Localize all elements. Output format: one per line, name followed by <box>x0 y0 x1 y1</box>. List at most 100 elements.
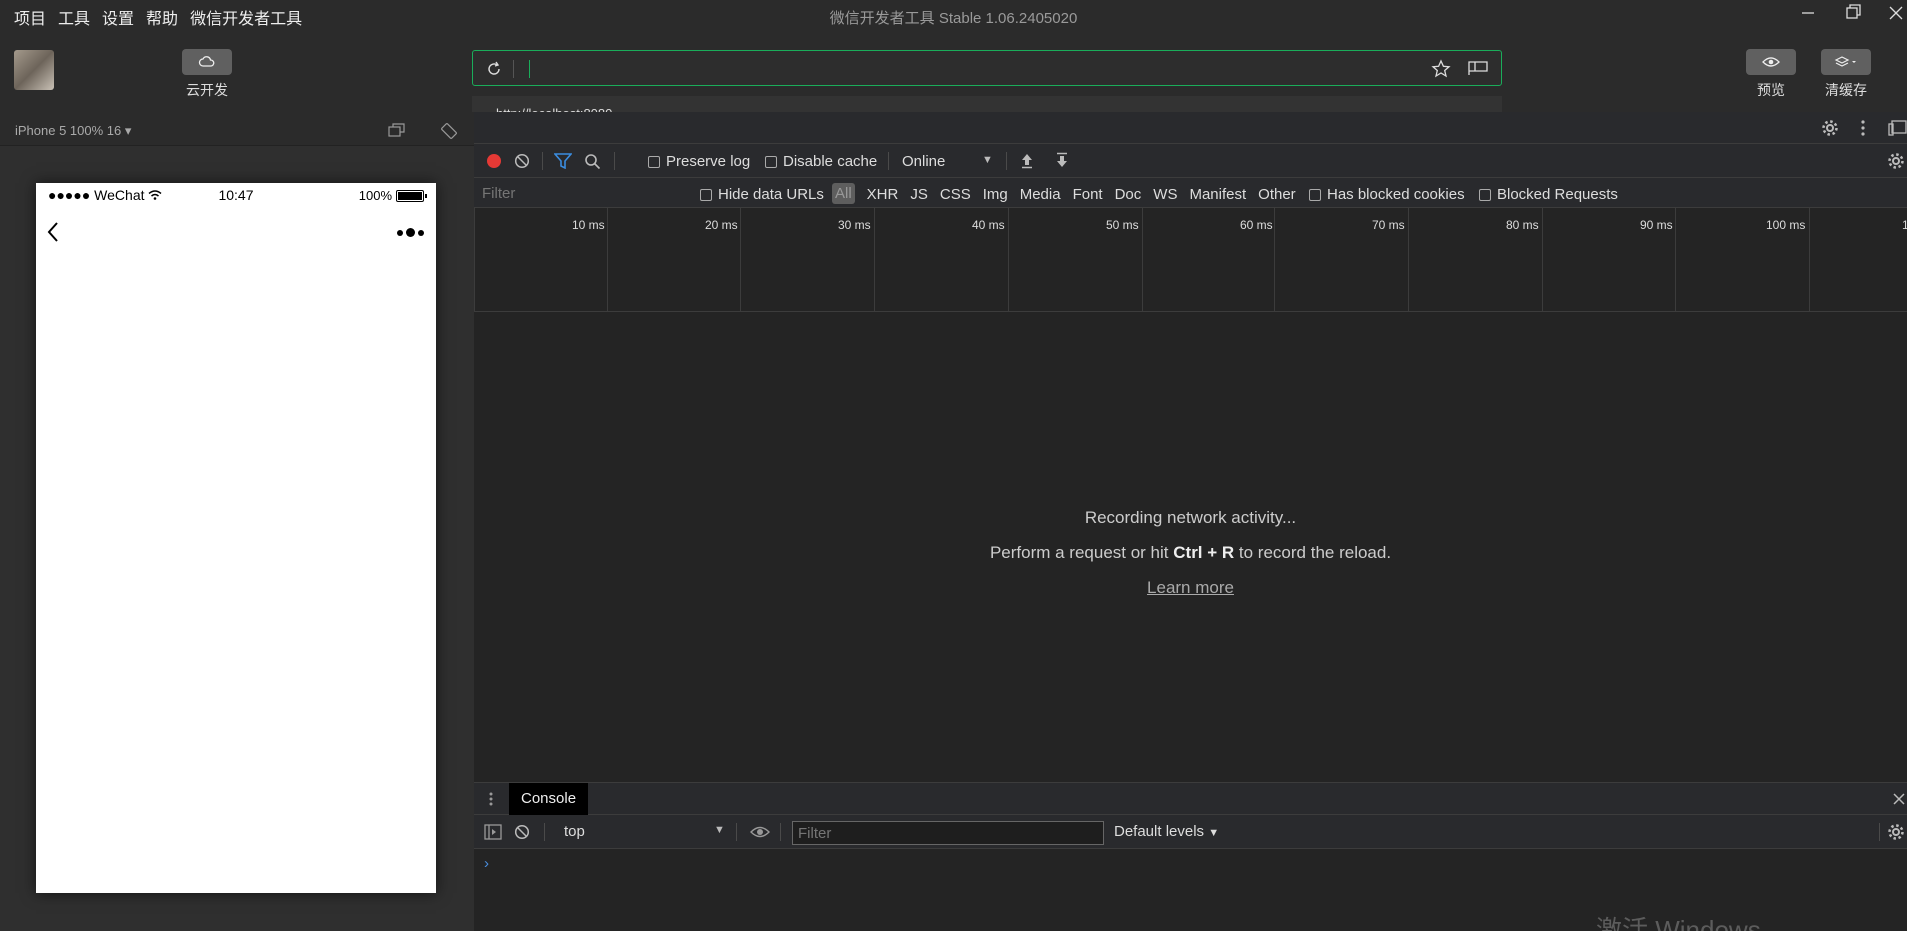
device-selector[interactable]: iPhone 5 100% 16 ▾ <box>15 123 131 139</box>
timeline-tick-label: 40 ms <box>972 218 1005 232</box>
clear-cache-label: 清缓存 <box>1825 82 1867 98</box>
toolbar-divider <box>614 152 615 170</box>
checkbox-box[interactable] <box>700 188 712 201</box>
cloud-dev-label: 云开发 <box>186 82 228 98</box>
preview-button[interactable]: 预览 <box>1746 49 1796 100</box>
url-bar <box>472 50 1502 86</box>
url-separator <box>513 60 514 78</box>
gear-icon[interactable] <box>1821 119 1839 137</box>
rotate-icon[interactable] <box>440 122 458 140</box>
clear-console-icon[interactable] <box>514 824 530 840</box>
toolbar-divider <box>542 152 543 170</box>
timeline-tick-label: 70 ms <box>1372 218 1405 232</box>
record-icon[interactable] <box>486 153 502 169</box>
console-toolbar: top ▼ Default levels ▼ <box>474 815 1907 849</box>
popout-icon[interactable] <box>388 122 406 138</box>
minimize-button[interactable] <box>1793 2 1823 28</box>
timeline-tick-label: 90 ms <box>1640 218 1673 232</box>
kebab-menu-icon[interactable] <box>1860 119 1866 137</box>
timeline-tick-label: 30 ms <box>838 218 871 232</box>
timeline-tick-label: 10 ms <box>572 218 605 232</box>
console-prompt[interactable]: › <box>484 855 489 872</box>
type-filter-all[interactable]: All <box>832 183 855 204</box>
preserve-log-label: Preserve log <box>666 153 751 170</box>
clear-icon[interactable] <box>514 153 530 169</box>
chevron-left-icon <box>47 222 58 242</box>
gear-icon[interactable] <box>1887 152 1905 170</box>
checkbox-box[interactable] <box>765 155 777 168</box>
toolbar-divider <box>1006 152 1007 170</box>
tab-console[interactable]: Console <box>509 783 589 815</box>
search-icon[interactable] <box>584 153 601 170</box>
restore-button[interactable] <box>1839 2 1869 28</box>
close-icon <box>1889 6 1903 20</box>
more-button[interactable] <box>397 228 424 237</box>
simulator-panel: iPhone 5 100% 16 ▾ ●●●●● WeChat 10:47 10… <box>0 112 474 931</box>
network-filter-input[interactable] <box>478 182 688 204</box>
eye-icon[interactable] <box>750 825 770 839</box>
log-levels-select[interactable]: Default levels ▼ <box>1114 823 1219 840</box>
sidebar-toggle-icon[interactable] <box>484 824 502 840</box>
cloud-dev-button[interactable]: 云开发 <box>177 49 237 100</box>
type-filter-doc[interactable]: Doc <box>1115 186 1142 204</box>
type-filter-other[interactable]: Other <box>1258 186 1296 204</box>
gear-icon[interactable] <box>1887 823 1905 841</box>
type-filter-xhr[interactable]: XHR <box>867 186 899 204</box>
filter-icon[interactable] <box>554 153 572 169</box>
console-filter-input[interactable] <box>792 821 1104 845</box>
type-filter-media[interactable]: Media <box>1020 186 1061 204</box>
close-button[interactable] <box>1881 2 1907 28</box>
close-drawer-icon[interactable] <box>1892 792 1906 806</box>
star-icon[interactable] <box>1431 59 1451 79</box>
throttling-select[interactable]: Online ▼ <box>902 153 993 170</box>
toolbar-divider <box>888 152 889 170</box>
toolbar-divider <box>780 823 781 841</box>
timeline-tick-label: 20 ms <box>705 218 738 232</box>
console-drawer: Console top ▼ Default levels ▼ › <box>474 782 1907 931</box>
toolbar-divider <box>544 823 545 841</box>
battery-status: 100% <box>359 188 427 203</box>
type-filter-css[interactable]: CSS <box>940 186 971 204</box>
type-filter-font[interactable]: Font <box>1073 186 1103 204</box>
more-dot-icon <box>406 228 415 237</box>
devtools-tabbar <box>474 112 1907 144</box>
type-filter-img[interactable]: Img <box>983 186 1008 204</box>
checkbox-box[interactable] <box>1479 188 1491 201</box>
checkbox-box[interactable] <box>648 155 660 168</box>
eye-icon <box>1762 57 1780 67</box>
preserve-log-checkbox[interactable]: Preserve log <box>648 153 750 170</box>
download-icon[interactable] <box>1055 152 1069 169</box>
log-levels-label: Default levels <box>1114 823 1205 840</box>
recording-message: Recording network activity... <box>1084 508 1297 527</box>
devtools-panel: Preserve log Disable cache Online ▼ Hide… <box>474 112 1907 931</box>
network-timeline: 10 ms 20 ms 30 ms 40 ms 50 ms 60 ms 70 m… <box>474 208 1907 312</box>
has-blocked-cookies-checkbox[interactable]: Has blocked cookies <box>1309 186 1465 203</box>
restore-icon <box>1846 4 1861 19</box>
chevron-down-icon: ▼ <box>1208 827 1220 839</box>
back-button[interactable] <box>46 219 60 250</box>
has-blocked-cookies-label: Has blocked cookies <box>1327 186 1465 203</box>
type-filter-js[interactable]: JS <box>910 186 928 204</box>
checkbox-box[interactable] <box>1309 188 1321 201</box>
type-filter-ws[interactable]: WS <box>1153 186 1177 204</box>
text-caret <box>529 60 530 78</box>
context-select[interactable]: top <box>564 823 585 840</box>
upload-icon[interactable] <box>1020 152 1034 169</box>
refresh-icon[interactable] <box>485 60 503 78</box>
url-input[interactable] <box>533 57 1413 79</box>
hide-data-urls-checkbox[interactable]: Hide data URLs <box>700 186 824 203</box>
network-empty-state: Recording network activity... Perform a … <box>474 500 1907 605</box>
type-filter-manifest[interactable]: Manifest <box>1189 186 1246 204</box>
disable-cache-checkbox[interactable]: Disable cache <box>765 153 877 170</box>
avatar[interactable] <box>14 50 54 90</box>
activation-watermark: 激活 Windows <box>1596 915 1761 931</box>
clear-cache-button[interactable]: 清缓存 <box>1821 49 1871 100</box>
dock-icon[interactable] <box>1888 120 1907 136</box>
disable-cache-label: Disable cache <box>783 153 878 170</box>
throttling-value: Online <box>902 153 946 170</box>
drawer-menu-icon[interactable] <box>488 791 494 807</box>
blocked-requests-checkbox[interactable]: Blocked Requests <box>1479 186 1618 203</box>
learn-more-link[interactable]: Learn more <box>1147 578 1234 597</box>
flag-icon[interactable] <box>1467 59 1489 77</box>
timeline-tick-label: 100 ms <box>1766 218 1806 232</box>
